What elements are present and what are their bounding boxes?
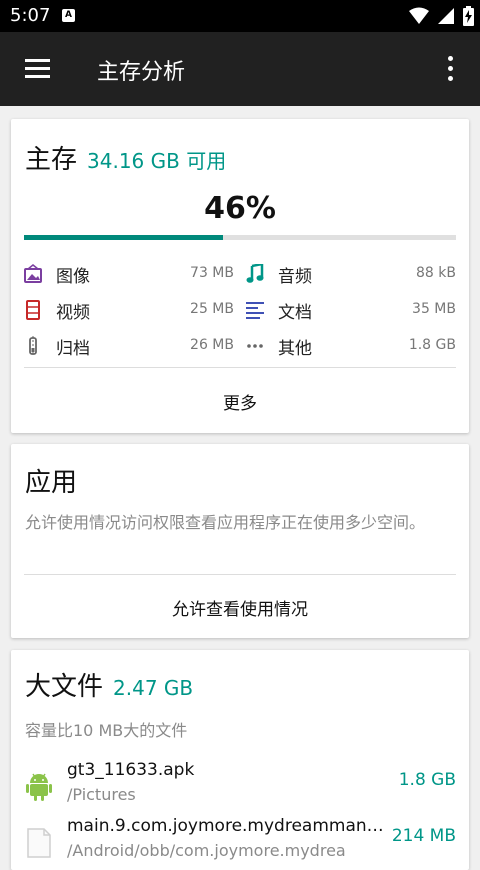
large-files-title: 大文件 <box>25 672 104 702</box>
storage-progress-bar <box>24 235 456 240</box>
status-time: 5:07 <box>10 5 51 26</box>
category-audio[interactable]: 音频 88 kB <box>246 261 456 287</box>
video-icon <box>26 300 40 320</box>
file-size: 1.8 GB <box>398 770 456 790</box>
storage-available: 34.16 GB 可用 <box>87 149 227 173</box>
divider <box>24 367 456 368</box>
category-size: 35 MB <box>412 301 456 317</box>
file-name: main.9.com.joymore.mydreammans… <box>67 816 385 836</box>
category-documents[interactable]: 文档 35 MB <box>246 297 456 323</box>
system-icons <box>409 6 474 26</box>
category-label: 文档 <box>278 303 312 323</box>
file-icon <box>27 828 51 858</box>
apps-card: 应用 允许使用情况访问权限查看应用程序正在使用多少空间。 允许查看使用情况 <box>11 444 469 638</box>
overflow-menu-icon[interactable] <box>440 56 460 82</box>
music-note-icon <box>246 264 264 283</box>
wifi-icon <box>409 7 429 24</box>
file-size: 214 MB <box>391 826 456 846</box>
menu-icon[interactable] <box>25 59 51 79</box>
signal-icon <box>438 8 454 24</box>
category-images[interactable]: 图像 73 MB <box>24 261 234 287</box>
category-size: 26 MB <box>190 337 234 353</box>
category-label: 其他 <box>278 339 312 359</box>
page-title: 主存分析 <box>97 60 186 85</box>
category-label: 音频 <box>278 267 312 287</box>
battery-charging-icon <box>463 6 474 26</box>
divider <box>24 574 456 575</box>
apps-description: 允许使用情况访问权限查看应用程序正在使用多少空间。 <box>25 513 426 532</box>
notification-a-icon: A <box>62 9 75 22</box>
file-path: /Pictures <box>67 785 136 804</box>
category-label: 归档 <box>56 339 90 359</box>
archive-icon <box>29 336 37 356</box>
image-icon <box>24 264 42 283</box>
storage-card: 主存 34.16 GB 可用 46% 图像 73 MB 音频 88 kB 视频 2… <box>11 119 469 433</box>
category-size: 25 MB <box>190 301 234 317</box>
storage-header: 主存 34.16 GB 可用 <box>25 139 226 176</box>
large-files-description: 容量比10 MB大的文件 <box>25 721 188 740</box>
category-size: 1.8 GB <box>408 337 456 353</box>
more-horiz-icon <box>247 344 263 348</box>
large-files-header: 大文件 2.47 GB <box>25 666 193 703</box>
file-path: /Android/obb/com.joymore.mydrea <box>67 841 346 860</box>
status-bar: 5:07 A <box>0 0 480 32</box>
allow-usage-access-button[interactable]: 允许查看使用情况 <box>11 595 469 620</box>
category-label: 视频 <box>56 303 90 323</box>
category-size: 88 kB <box>416 265 456 281</box>
file-name: gt3_11633.apk <box>67 760 195 780</box>
app-bar: 主存分析 <box>0 32 480 106</box>
storage-title: 主存 <box>25 145 78 175</box>
category-video[interactable]: 视频 25 MB <box>24 297 234 323</box>
category-label: 图像 <box>56 267 90 287</box>
android-icon <box>26 773 52 801</box>
document-icon <box>246 302 264 319</box>
more-button[interactable]: 更多 <box>11 389 469 414</box>
list-item[interactable]: main.9.com.joymore.mydreammans… /Android… <box>11 816 469 868</box>
list-item[interactable]: gt3_11633.apk /Pictures 1.8 GB <box>11 760 469 812</box>
storage-progress-fill <box>24 235 223 240</box>
large-files-total: 2.47 GB <box>113 676 194 700</box>
category-size: 73 MB <box>190 265 234 281</box>
category-archives[interactable]: 归档 26 MB <box>24 333 234 359</box>
category-other[interactable]: 其他 1.8 GB <box>246 333 456 359</box>
large-files-card: 大文件 2.47 GB 容量比10 MB大的文件 gt3_11633.apk /P… <box>11 650 469 870</box>
apps-title: 应用 <box>25 468 78 498</box>
storage-percent: 46% <box>204 191 276 226</box>
